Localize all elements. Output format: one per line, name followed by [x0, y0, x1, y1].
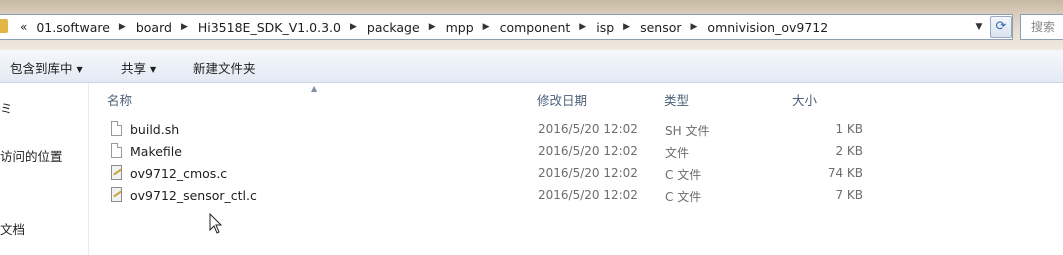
- file-row[interactable]: build.sh 2016/5/20 12:02 SH 文件 1 KB: [106, 119, 906, 141]
- refresh-icon: ⟳: [995, 19, 1007, 34]
- c-source-file-icon: [111, 165, 122, 180]
- chevron-right-icon[interactable]: ▶: [119, 22, 126, 32]
- chevron-right-icon[interactable]: ▶: [691, 22, 698, 32]
- chevron-right-icon[interactable]: ▶: [623, 22, 630, 32]
- breadcrumb-mpp[interactable]: mpp: [445, 20, 475, 35]
- refresh-button[interactable]: ⟳: [990, 16, 1012, 38]
- breadcrumb-package[interactable]: package: [366, 20, 421, 35]
- breadcrumb-isp[interactable]: isp: [595, 20, 615, 35]
- breadcrumb-component[interactable]: component: [499, 20, 572, 35]
- chevron-right-icon[interactable]: ▶: [483, 22, 490, 32]
- nav-item-partial[interactable]: ミ: [0, 98, 13, 117]
- file-size: 74 KB: [827, 166, 863, 180]
- chevron-right-icon[interactable]: ▶: [181, 22, 188, 32]
- chevron-down-icon: ▼: [76, 65, 83, 74]
- file-name: build.sh: [130, 122, 180, 137]
- file-type: C 文件: [665, 168, 702, 182]
- folder-icon: [0, 19, 8, 33]
- file-name: ov9712_sensor_ctl.c: [130, 188, 257, 203]
- column-header-size[interactable]: 大小: [792, 90, 817, 109]
- file-row[interactable]: ov9712_cmos.c 2016/5/20 12:02 C 文件 74 KB: [106, 163, 906, 185]
- chevron-right-icon[interactable]: ▶: [429, 22, 436, 32]
- file-size: 2 KB: [835, 144, 863, 158]
- mouse-cursor-icon: [209, 213, 223, 234]
- share-button[interactable]: 共享 ▼: [121, 58, 156, 77]
- breadcrumb-omnivision-ov9712[interactable]: omnivision_ov9712: [706, 20, 829, 35]
- new-folder-button[interactable]: 新建文件夹: [193, 58, 256, 77]
- column-header-name[interactable]: 名称: [107, 90, 132, 109]
- c-source-file-icon: [111, 187, 122, 202]
- breadcrumb: « 01.software ▶ board ▶ Hi3518E_SDK_V1.0…: [20, 19, 829, 35]
- address-dropdown-icon[interactable]: ▼: [972, 20, 986, 34]
- file-type: C 文件: [665, 190, 702, 204]
- file-row[interactable]: ov9712_sensor_ctl.c 2016/5/20 12:02 C 文件…: [106, 185, 906, 207]
- new-folder-label: 新建文件夹: [193, 61, 256, 76]
- file-size: 7 KB: [835, 188, 863, 202]
- file-type: SH 文件: [665, 124, 710, 138]
- blank-document-icon: [111, 121, 122, 136]
- breadcrumb-overflow-button[interactable]: «: [20, 20, 27, 34]
- breadcrumb-01-software[interactable]: 01.software: [35, 20, 111, 35]
- search-input[interactable]: 搜索: [1020, 14, 1063, 40]
- file-modified: 2016/5/20 12:02: [538, 166, 638, 180]
- column-header-type[interactable]: 类型: [664, 90, 689, 109]
- include-in-library-button[interactable]: 包含到库中 ▼: [10, 58, 83, 77]
- chevron-right-icon[interactable]: ▶: [350, 22, 357, 32]
- file-modified: 2016/5/20 12:02: [538, 144, 638, 158]
- command-toolbar: 包含到库中 ▼ 共享 ▼ 新建文件夹: [0, 50, 1063, 83]
- file-size: 1 KB: [835, 122, 863, 136]
- file-modified: 2016/5/20 12:02: [538, 122, 638, 136]
- chevron-right-icon[interactable]: ▶: [579, 22, 586, 32]
- sort-ascending-icon: ▲: [311, 84, 318, 93]
- nav-item-recent-places[interactable]: 访问的位置: [0, 146, 63, 165]
- nav-item-documents[interactable]: 文档: [0, 219, 25, 238]
- file-name: ov9712_cmos.c: [130, 166, 228, 181]
- breadcrumb-sensor[interactable]: sensor: [639, 20, 682, 35]
- share-label: 共享: [121, 61, 147, 76]
- column-header-modified[interactable]: 修改日期: [537, 90, 587, 109]
- file-name: Makefile: [130, 144, 182, 159]
- file-type: 文件: [665, 146, 690, 160]
- breadcrumb-sdk[interactable]: Hi3518E_SDK_V1.0.3.0: [197, 20, 342, 35]
- chevron-down-icon: ▼: [150, 65, 157, 74]
- file-row[interactable]: Makefile 2016/5/20 12:02 文件 2 KB: [106, 141, 906, 163]
- breadcrumb-board[interactable]: board: [135, 20, 173, 35]
- blank-document-icon: [111, 143, 122, 158]
- file-modified: 2016/5/20 12:02: [538, 188, 638, 202]
- include-in-library-label: 包含到库中: [10, 61, 73, 76]
